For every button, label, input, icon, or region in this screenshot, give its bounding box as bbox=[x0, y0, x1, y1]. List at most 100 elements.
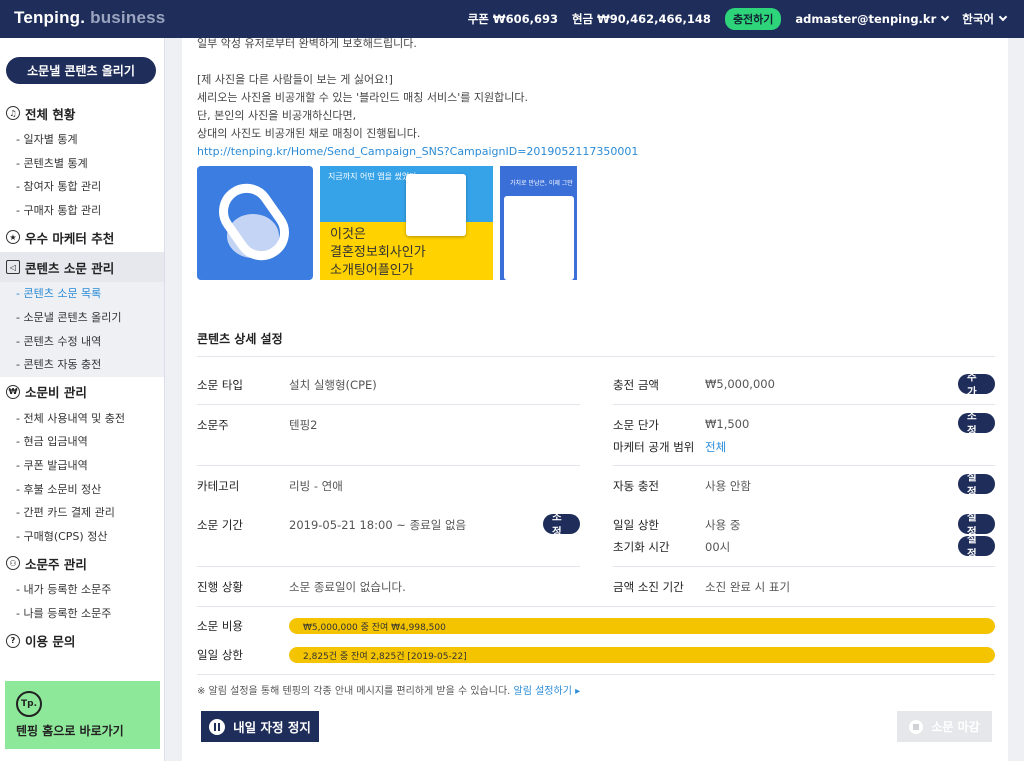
logo-sub: business bbox=[90, 8, 166, 27]
stop-icon bbox=[909, 719, 924, 734]
progress-label: 진행 상황 bbox=[197, 580, 243, 594]
app-logo-image[interactable] bbox=[197, 166, 313, 280]
end-campaign-button[interactable]: 소문 마감 bbox=[897, 711, 992, 742]
section-label: 이용 문의 bbox=[25, 634, 76, 649]
sidebar-item-coupon-history[interactable]: - 쿠폰 발급내역 bbox=[0, 454, 164, 478]
sidebar-item-content-list[interactable]: - 콘텐츠 소문 목록 bbox=[0, 282, 164, 306]
charge-amount-value: ₩5,000,000 bbox=[705, 377, 775, 391]
sidebar: 소문낼 콘텐츠 올리기 ♫ 전체 현황 - 일자별 통계 - 콘텐츠별 통계 - … bbox=[0, 38, 165, 761]
unit-price-label: 소문 단가 bbox=[613, 418, 659, 432]
logo-main: Tenping. bbox=[14, 8, 86, 27]
owner-value: 텐핑2 bbox=[289, 418, 318, 432]
sidebar-item-buyers[interactable]: - 구매자 통합 관리 bbox=[0, 199, 164, 223]
item-label: 내가 등록한 소문주 bbox=[23, 583, 112, 597]
content-description: 일부 악성 유저로부터 완벽하게 보호해드립니다. [제 사진을 다른 사람들이… bbox=[197, 38, 638, 161]
item-label: 콘텐츠 소문 목록 bbox=[23, 287, 102, 301]
section-label: 우수 마케터 추천 bbox=[25, 230, 115, 246]
category-label: 카테고리 bbox=[197, 479, 240, 493]
limit-progress-text: 2,825건 중 잔여 2,825건 [2019-05-22] bbox=[303, 652, 467, 662]
sidebar-section-content-management[interactable]: ◁ 콘텐츠 소문 관리 bbox=[0, 252, 164, 283]
promo-image[interactable]: 지금까지 어떤 앱을 썼었다 이것은 결혼정보회사인가 소개팅어플인가 bbox=[320, 166, 493, 280]
account-menu[interactable]: admaster@tenping.kr bbox=[795, 12, 950, 26]
user-icon: ⚇ bbox=[6, 556, 20, 571]
promo-text-line: 결혼정보회사인가 bbox=[330, 245, 426, 260]
home-link-label: 텐핑 홈으로 바로가기 bbox=[16, 724, 124, 738]
sidebar-nav: ♫ 전체 현황 - 일자별 통계 - 콘텐츠별 통계 - 참여자 통합 관리 - … bbox=[0, 98, 164, 656]
sidebar-section-owner-management[interactable]: ⚇ 소문주 관리 bbox=[0, 548, 164, 578]
campaign-link[interactable]: http://tenping.kr/Home/Send_Campaign_SNS… bbox=[197, 143, 638, 161]
unit-price-value: ₩1,500 bbox=[705, 417, 750, 431]
section-label: 소문비 관리 bbox=[25, 385, 87, 401]
item-label: 간편 카드 결제 관리 bbox=[23, 506, 115, 520]
marketer-scope-value[interactable]: 전체 bbox=[705, 439, 726, 455]
sidebar-section-inquiry[interactable]: ? 이용 문의 bbox=[0, 626, 164, 656]
period-value: 2019-05-21 18:00 ~ 종료일 없음 bbox=[289, 518, 467, 532]
sidebar-item-cps[interactable]: - 구매형(CPS) 정산 bbox=[0, 525, 164, 549]
sidebar-item-edit-history[interactable]: - 콘텐츠 수정 내역 bbox=[0, 330, 164, 354]
exhaust-period-label: 금액 소진 기간 bbox=[613, 580, 684, 594]
sidebar-item-usage-history[interactable]: - 전체 사용내역 및 충전 bbox=[0, 407, 164, 431]
divider bbox=[197, 356, 995, 357]
daily-limit-value: 사용 중 bbox=[705, 518, 741, 532]
auto-charge-label: 자동 충전 bbox=[613, 479, 659, 493]
add-charge-button[interactable]: 추가 bbox=[958, 371, 995, 398]
cash-balance: 현금 ₩90,462,466,148 bbox=[571, 12, 711, 26]
intro-line: 상대의 사진도 비공개된 채로 매칭이 진행됩니다. bbox=[197, 127, 421, 140]
sidebar-item-participants[interactable]: - 참여자 통합 관리 bbox=[0, 175, 164, 199]
top-bar: Tenping. business 쿠폰 ₩606,693 현금 ₩90,462… bbox=[0, 0, 1024, 38]
divider bbox=[197, 674, 995, 675]
app-screenshot-image[interactable]: 가치로 만남은, 이제 그만 bbox=[500, 166, 577, 280]
chevron-down-icon bbox=[941, 12, 950, 22]
detail-section-title: 콘텐츠 상세 설정 bbox=[197, 332, 283, 346]
language-label: 한국어 bbox=[962, 12, 994, 26]
reset-time-label: 초기화 시간 bbox=[613, 540, 670, 554]
unit-price-adjust-button[interactable]: 조정 bbox=[958, 410, 995, 437]
divider bbox=[197, 404, 580, 405]
notification-settings-link[interactable]: 알림 설정하기 ▸ bbox=[514, 686, 581, 697]
tenping-badge-icon: Tp. bbox=[16, 691, 42, 717]
period-adjust-button[interactable]: 조정 bbox=[543, 511, 580, 538]
intro-line: 세리오는 사진을 비공개할 수 있는 '블라인드 매칭 서비스'를 지원합니다. bbox=[197, 91, 528, 104]
language-menu[interactable]: 한국어 bbox=[962, 11, 1008, 27]
auto-charge-setting-button[interactable]: 설정 bbox=[958, 471, 995, 498]
sidebar-item-owners-of-me[interactable]: - 나를 등록한 소문주 bbox=[0, 602, 164, 626]
coupon-balance: 쿠폰 ₩606,693 bbox=[467, 12, 558, 26]
item-label: 전체 사용내역 및 충전 bbox=[23, 411, 126, 425]
item-label: 현금 입금내역 bbox=[23, 435, 88, 449]
sidebar-subgroup: - 콘텐츠 소문 목록 - 소문낼 콘텐츠 올리기 - 콘텐츠 수정 내역 - … bbox=[0, 282, 164, 377]
app-logo-icon bbox=[219, 183, 289, 261]
promo-text-line: 소개팅어플인가 bbox=[330, 263, 414, 278]
sidebar-section-overview[interactable]: ♫ 전체 현황 bbox=[0, 98, 164, 128]
divider bbox=[613, 404, 995, 405]
item-label: 참여자 통합 관리 bbox=[23, 180, 102, 194]
divider bbox=[197, 566, 580, 567]
sidebar-section-fee-management[interactable]: ₩ 소문비 관리 bbox=[0, 377, 164, 407]
sidebar-item-postpaid[interactable]: - 후불 소문비 정산 bbox=[0, 478, 164, 502]
cost-progress-text: ₩5,000,000 중 잔여 ₩4,998,500 bbox=[303, 623, 446, 633]
notification-note: ※ 알림 설정을 통해 텐핑의 각종 안내 메시지를 편리하게 받을 수 있습니… bbox=[197, 682, 580, 697]
tenping-home-link[interactable]: Tp. 텐핑 홈으로 바로가기 bbox=[5, 681, 160, 749]
category-value: 리빙 - 연애 bbox=[289, 479, 343, 493]
upload-content-button[interactable]: 소문낼 콘텐츠 올리기 bbox=[6, 57, 156, 84]
reset-time-setting-button[interactable]: 설정 bbox=[958, 533, 995, 560]
end-label: 소문 마감 bbox=[931, 720, 980, 734]
exhaust-period-value: 소진 완료 시 표기 bbox=[705, 580, 791, 594]
sidebar-item-my-owners[interactable]: - 내가 등록한 소문주 bbox=[0, 578, 164, 602]
account-email: admaster@tenping.kr bbox=[795, 12, 937, 26]
item-label: 콘텐츠 수정 내역 bbox=[23, 334, 102, 348]
section-label: 소문주 관리 bbox=[25, 556, 87, 572]
sidebar-item-auto-charge[interactable]: - 콘텐츠 자동 충전 bbox=[0, 353, 164, 377]
item-label: 구매형(CPS) 정산 bbox=[23, 529, 108, 543]
sidebar-item-upload-content[interactable]: - 소문낼 콘텐츠 올리기 bbox=[0, 306, 164, 330]
item-label: 콘텐츠별 통계 bbox=[23, 156, 88, 170]
sidebar-item-card-payment[interactable]: - 간편 카드 결제 관리 bbox=[0, 501, 164, 525]
charge-button[interactable]: 충전하기 bbox=[724, 8, 782, 30]
sidebar-item-cash-deposits[interactable]: - 현금 입금내역 bbox=[0, 430, 164, 454]
type-label: 소문 타입 bbox=[197, 378, 243, 392]
sidebar-item-content-stats[interactable]: - 콘텐츠별 통계 bbox=[0, 152, 164, 176]
sidebar-item-daily-stats[interactable]: - 일자별 통계 bbox=[0, 128, 164, 152]
cost-label: 소문 비용 bbox=[197, 619, 243, 633]
pause-tomorrow-button[interactable]: 내일 자정 정지 bbox=[201, 711, 319, 742]
sidebar-section-top-marketers[interactable]: ★ 우수 마케터 추천 bbox=[0, 222, 164, 252]
logo[interactable]: Tenping. business bbox=[14, 8, 165, 28]
